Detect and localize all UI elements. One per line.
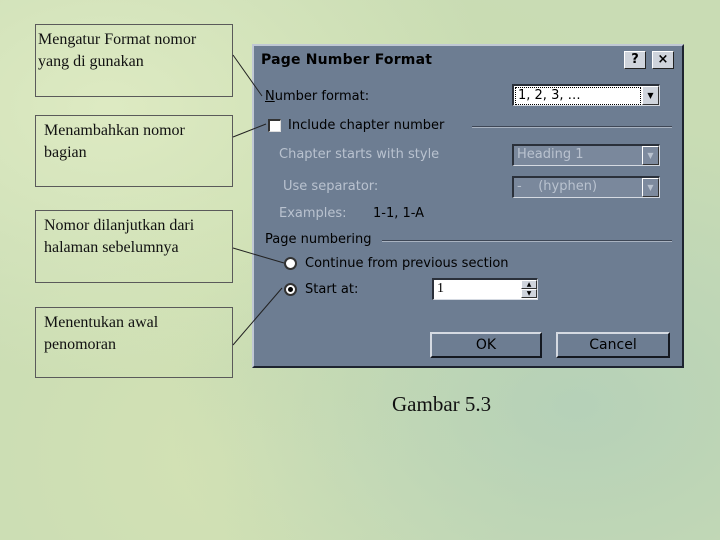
separator-line bbox=[472, 126, 672, 128]
start-at-value: 1 bbox=[437, 281, 444, 296]
callout-text: Mengatur Format nomor bbox=[38, 31, 197, 48]
examples-value: 1-1, 1-A bbox=[373, 206, 425, 221]
figure-caption: Gambar 5.3 bbox=[392, 392, 492, 416]
chevron-down-icon[interactable]: ▼ bbox=[642, 146, 659, 165]
callout-text: penomoran bbox=[44, 336, 116, 353]
help-button[interactable]: ? bbox=[624, 51, 646, 69]
chapter-style-value: Heading 1 bbox=[517, 147, 584, 162]
start-at-radio[interactable] bbox=[284, 283, 297, 296]
number-format-dropdown[interactable]: 1, 2, 3, … ▼ bbox=[512, 84, 660, 106]
callout-text: bagian bbox=[44, 144, 87, 161]
stepper-up-icon[interactable]: ▲ bbox=[521, 280, 537, 289]
callout-continue: Nomor dilanjutkan dari halaman sebelumny… bbox=[35, 210, 233, 283]
dialog-title: Page Number Format bbox=[261, 52, 433, 68]
callout-text: Menambahkan nomor bbox=[44, 122, 185, 139]
separator-label: Use separator: bbox=[283, 179, 379, 194]
cancel-button[interactable]: Cancel bbox=[556, 332, 670, 358]
callout-start-at: Menentukan awal penomoran bbox=[35, 307, 233, 378]
chevron-down-icon[interactable]: ▼ bbox=[642, 86, 659, 105]
chevron-down-icon[interactable]: ▼ bbox=[642, 178, 659, 197]
continue-label[interactable]: Continue from previous section bbox=[305, 256, 509, 271]
page-numbering-label: Page numbering bbox=[265, 232, 372, 247]
separator-dropdown[interactable]: - (hyphen) ▼ bbox=[512, 176, 660, 198]
number-format-label-text: umber format: bbox=[274, 89, 370, 104]
stepper-down-icon[interactable]: ▼ bbox=[521, 289, 537, 298]
number-format-label: Number format: bbox=[265, 89, 370, 104]
number-format-value: 1, 2, 3, … bbox=[515, 87, 641, 105]
chapter-style-label: Chapter starts with style bbox=[279, 147, 440, 162]
include-chapter-label[interactable]: Include chapter number bbox=[288, 118, 444, 133]
callout-text: yang di gunakan bbox=[38, 53, 144, 70]
continue-radio[interactable] bbox=[284, 257, 297, 270]
close-button[interactable]: × bbox=[652, 51, 674, 69]
separator-line bbox=[382, 240, 672, 242]
include-chapter-checkbox[interactable] bbox=[268, 119, 281, 132]
chapter-style-dropdown[interactable]: Heading 1 ▼ bbox=[512, 144, 660, 166]
ok-button[interactable]: OK bbox=[430, 332, 542, 358]
radio-selected-dot bbox=[288, 287, 293, 292]
callout-number-format: Mengatur Format nomor yang di gunakan bbox=[35, 24, 233, 97]
callout-text: Menentukan awal bbox=[44, 314, 159, 331]
dialog-titlebar[interactable]: Page Number Format ? × bbox=[254, 46, 682, 76]
separator-value: - (hyphen) bbox=[517, 179, 598, 194]
callout-chapter-number: Menambahkan nomor bagian bbox=[35, 115, 233, 187]
page-number-format-dialog: Page Number Format ? × Number format: 1,… bbox=[252, 44, 684, 368]
start-at-stepper[interactable]: 1 ▲ ▼ bbox=[432, 278, 538, 300]
start-at-label[interactable]: Start at: bbox=[305, 282, 358, 297]
examples-label: Examples: bbox=[279, 206, 347, 221]
callout-text: halaman sebelumnya bbox=[44, 239, 179, 256]
callout-text: Nomor dilanjutkan dari bbox=[44, 217, 195, 234]
